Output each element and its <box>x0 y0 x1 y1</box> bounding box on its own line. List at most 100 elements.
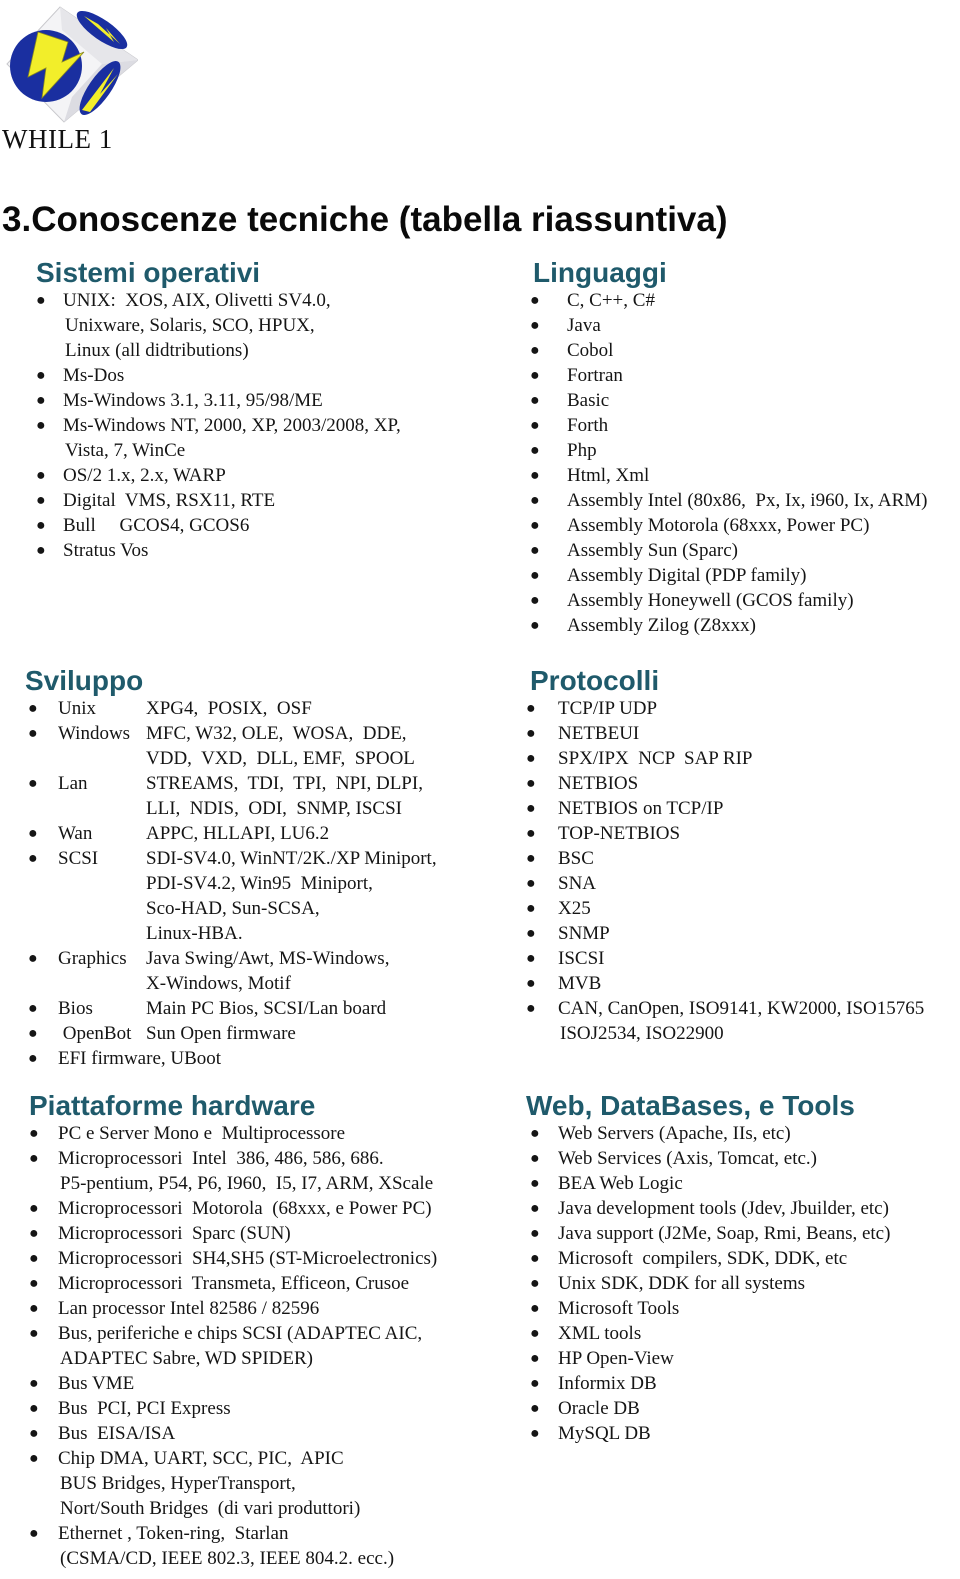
list-item: ● Ms-Windows NT, 2000, XP, 2003/2008, XP,… <box>34 413 401 463</box>
list-item: ● TOP-NETBIOS <box>526 821 924 846</box>
list-item: ● Ms-Windows 3.1, 3.11, 95/98/ME <box>34 388 401 413</box>
bullet-icon: ● <box>530 1375 540 1392</box>
bullet-icon: ● <box>29 1200 39 1217</box>
item-text: Microprocessori Motorola (68xxx, e Power… <box>58 1198 432 1219</box>
item-text: Bull GCOS4, GCOS6 <box>63 515 250 536</box>
bullet-icon: ● <box>530 1175 540 1192</box>
item-text: Ethernet , Token-ring, Starlan <box>58 1523 289 1544</box>
item-text: Php <box>567 440 597 461</box>
list-item: ● TCP/IP UDP <box>526 696 924 721</box>
item-text: Assembly Honeywell (GCOS family) <box>567 590 854 611</box>
bullet-icon: ● <box>28 1025 38 1042</box>
item-text-continuation: Linux (all didtributions) <box>65 340 249 361</box>
item-list: ● Unix XPG4, POSIX, OSF ● Windows MFC, W32, O… <box>25 696 437 1071</box>
bullet-icon: ● <box>530 467 540 484</box>
bullet-icon: ● <box>530 1125 540 1142</box>
item-list: ● Web Servers (Apache, IIs, etc) ● Web Serv… <box>526 1121 890 1446</box>
list-item: ● Basic <box>530 388 927 413</box>
item-text: Ms-Windows 3.1, 3.11, 95/98/ME <box>63 390 323 411</box>
bullet-icon: ● <box>36 292 46 309</box>
bullet-icon: ● <box>36 367 46 384</box>
bullet-icon: ● <box>28 825 38 842</box>
item-list: ● TCP/IP UDP ● NETBEUI ● SPX/IPX NCP SAP RIP ●… <box>526 696 924 1046</box>
list-item: ● Oracle DB <box>526 1396 890 1421</box>
bullet-icon: ● <box>36 392 46 409</box>
bullet-icon: ● <box>28 850 38 867</box>
item-list: ● C, C++, C# ● Java ● Cobol ● Fortran ● Basic ● For… <box>530 288 927 638</box>
bullet-icon: ● <box>526 800 536 817</box>
bullet-icon: ● <box>530 442 540 459</box>
list-item: ● X25 <box>526 896 924 921</box>
item-value: LLI, NDIS, ODI, SNMP, ISCSI <box>146 798 402 819</box>
item-value: SDI-SV4.0, WinNT/2K./XP Miniport, <box>146 848 437 869</box>
list-item: ● Windows MFC, W32, OLE, WOSA, DDE, VDD, VX… <box>25 721 437 771</box>
section-title: Web, DataBases, e Tools <box>526 1090 855 1121</box>
list-item: ● Unix XPG4, POSIX, OSF <box>25 696 437 721</box>
item-text: Forth <box>567 415 609 436</box>
bullet-icon: ● <box>530 1275 540 1292</box>
section-title: Piattaforme hardware <box>29 1090 316 1121</box>
list-item: ● Bus, periferiche e chips SCSI (ADAPTEC … <box>29 1321 437 1371</box>
item-text: Microprocessori Sparc (SUN) <box>58 1223 291 1244</box>
list-item: ● Microprocessori SH4,SH5 (ST-Microelectr… <box>29 1246 437 1271</box>
bullet-icon: ● <box>526 925 536 942</box>
item-text: Ms-Dos <box>63 365 125 386</box>
bullet-icon: ● <box>530 1250 540 1267</box>
list-item: ● Web Services (Axis, Tomcat, etc.) <box>526 1146 890 1171</box>
item-value: Main PC Bios, SCSI/Lan board <box>146 998 387 1019</box>
bullet-icon: ● <box>29 1400 39 1417</box>
item-value: MFC, W32, OLE, WOSA, DDE, <box>146 723 407 744</box>
bullet-icon: ● <box>526 725 536 742</box>
page-title: 3.Conoscenze tecniche (tabella riassunti… <box>2 200 728 239</box>
list-item: ● Bios Main PC Bios, SCSI/Lan board <box>25 996 437 1021</box>
item-value: Sun Open firmware <box>146 1023 296 1044</box>
section-title: Sviluppo <box>25 665 144 696</box>
list-item: ● OS/2 1.x, 2.x, WARP <box>34 463 401 488</box>
item-text: Assembly Digital (PDP family) <box>567 565 807 586</box>
bullet-icon: ● <box>530 517 540 534</box>
bullet-icon: ● <box>530 317 540 334</box>
item-text: TOP-NETBIOS <box>558 823 681 844</box>
bullet-icon: ● <box>29 1250 39 1267</box>
item-text: HP Open-View <box>558 1348 674 1369</box>
bullet-icon: ● <box>530 1350 540 1367</box>
list-item: ● Java <box>530 313 927 338</box>
bullet-icon: ● <box>29 1225 39 1242</box>
bullet-icon: ● <box>28 950 38 967</box>
item-text-continuation: ADAPTEC Sabre, WD SPIDER) <box>60 1348 313 1369</box>
bullet-icon: ● <box>530 342 540 359</box>
bullet-icon: ● <box>530 542 540 559</box>
bullet-icon: ● <box>530 1300 540 1317</box>
item-text: Bus, periferiche e chips SCSI (ADAPTEC A… <box>58 1323 423 1344</box>
bullet-icon: ● <box>28 1000 38 1017</box>
list-item: ● Microprocessori Sparc (SUN) <box>29 1221 437 1246</box>
list-item: ● MVB <box>526 971 924 996</box>
list-item: ● MySQL DB <box>526 1421 890 1446</box>
list-item: ● Microprocessori Intel 386, 486, 586, 68… <box>29 1146 437 1196</box>
item-text: Bus VME <box>58 1373 135 1394</box>
list-item: ● Microsoft Tools <box>526 1296 890 1321</box>
list-item: ● Bull GCOS4, GCOS6 <box>34 513 401 538</box>
section-protocolli: Protocolli ● TCP/IP UDP ● NETBEUI ● SPX/IPX N… <box>526 666 924 1046</box>
list-item: ● Informix DB <box>526 1371 890 1396</box>
list-item: ● Assembly Motorola (68xxx, Power PC) <box>530 513 927 538</box>
item-key: Bios <box>58 998 93 1019</box>
item-text-continuation: Vista, 7, WinCe <box>65 440 186 461</box>
item-text: NETBEUI <box>558 723 640 744</box>
bullet-icon: ● <box>530 617 540 634</box>
bullet-icon: ● <box>29 1525 39 1542</box>
item-text: Unix SDK, DDK for all systems <box>558 1273 805 1294</box>
item-key: OpenBot <box>58 1023 132 1044</box>
list-item: ● Forth <box>530 413 927 438</box>
item-text: SNMP <box>558 923 610 944</box>
item-text: SNA <box>558 873 597 894</box>
list-item: ● NETBIOS on TCP/IP <box>526 796 924 821</box>
list-item: ● SCSI SDI-SV4.0, WinNT/2K./XP Miniport, PD… <box>25 846 437 946</box>
section-web-databases-tools: Web, DataBases, e Tools ● Web Servers (Ap… <box>526 1091 890 1446</box>
bullet-icon: ● <box>28 725 38 742</box>
item-text: Bus PCI, PCI Express <box>58 1398 231 1419</box>
list-item: ● OpenBot Sun Open firmware <box>25 1021 437 1046</box>
bullet-icon: ● <box>530 367 540 384</box>
item-text-continuation: Unixware, Solaris, SCO, HPUX, <box>65 315 315 336</box>
bullet-icon: ● <box>526 950 536 967</box>
